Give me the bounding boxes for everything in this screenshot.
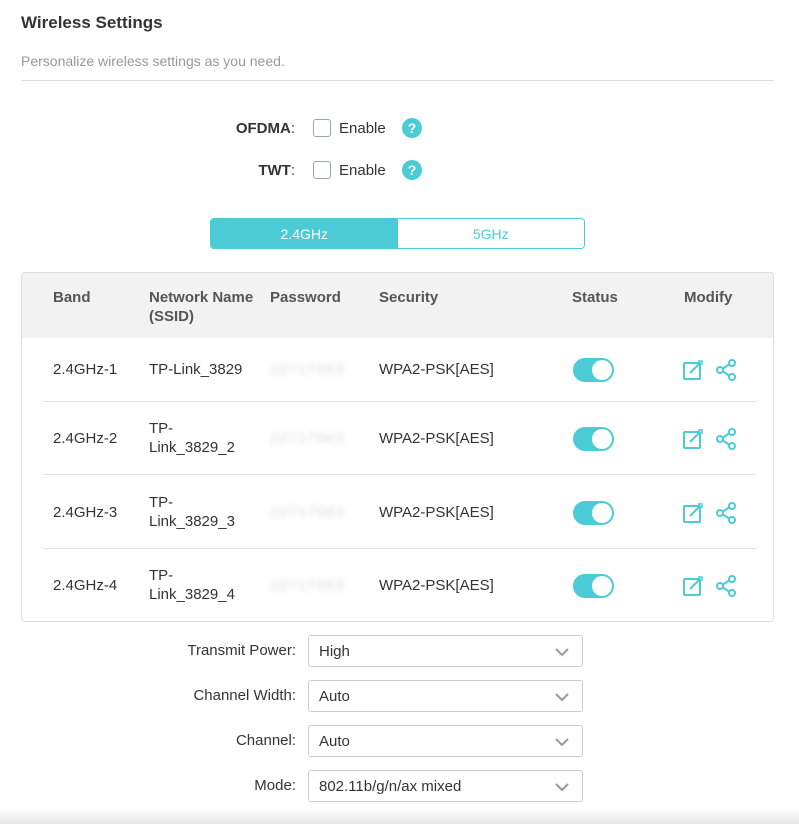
ofdma-label: OFDMA:	[235, 119, 295, 137]
security-cell: WPA2-PSK[AES]	[379, 577, 494, 594]
bottom-edge	[0, 808, 799, 824]
ssid-cell: TP-Link_3829_2	[149, 420, 235, 456]
status-toggle[interactable]	[573, 574, 614, 598]
password-cell: 22717963	[270, 577, 345, 594]
toggle-knob	[592, 360, 612, 380]
share-icon[interactable]	[715, 359, 737, 381]
ssid-cell: TP-Link_3829_3	[149, 494, 235, 530]
twt-checkbox[interactable]	[313, 161, 331, 179]
password-cell: 22717963	[270, 504, 345, 521]
ofdma-checkbox[interactable]	[313, 119, 331, 137]
ofdma-row: OFDMA: Enable ?	[0, 116, 799, 140]
edit-icon[interactable]	[682, 575, 704, 597]
ssid-cell: TP-Link_3829_4	[149, 567, 235, 603]
page-subtitle: Personalize wireless settings as you nee…	[21, 53, 285, 69]
tab-5ghz[interactable]: 5GHz	[397, 219, 584, 248]
twt-label: TWT:	[258, 161, 295, 179]
security-cell: WPA2-PSK[AES]	[379, 430, 494, 447]
transmit-power-row: Transmit Power: High	[0, 635, 799, 667]
transmit-power-value: High	[319, 643, 350, 660]
status-toggle[interactable]	[573, 501, 614, 525]
security-cell: WPA2-PSK[AES]	[379, 504, 494, 521]
column-header-ssid: Network Name (SSID)	[149, 289, 254, 325]
channel-value: Auto	[319, 733, 350, 750]
toggle-knob	[592, 576, 612, 596]
table-header: Band Network Name (SSID) Password Securi…	[22, 273, 773, 338]
column-header-password: Password	[270, 289, 341, 306]
table-row: 2.4GHz-3 TP-Link_3829_3 22717963 WPA2-PS…	[43, 475, 756, 549]
help-icon[interactable]: ?	[402, 160, 422, 180]
channel-width-label: Channel Width:	[193, 687, 296, 704]
band-cell: 2.4GHz-2	[53, 430, 118, 447]
edit-icon[interactable]	[682, 502, 704, 524]
chevron-down-icon	[555, 738, 569, 747]
password-cell: 22717963	[270, 430, 345, 447]
help-icon[interactable]: ?	[402, 118, 422, 138]
column-header-band: Band	[53, 289, 91, 306]
toggle-knob	[592, 503, 612, 523]
table-row: 2.4GHz-1 TP-Link_3829 22717963 WPA2-PSK[…	[43, 338, 756, 402]
twt-enable-label[interactable]: Enable	[339, 162, 386, 179]
status-toggle[interactable]	[573, 358, 614, 382]
transmit-power-label: Transmit Power:	[187, 642, 296, 659]
twt-row: TWT: Enable ?	[0, 158, 799, 182]
edit-icon[interactable]	[682, 428, 704, 450]
column-header-security: Security	[379, 289, 439, 306]
table-row: 2.4GHz-2 TP-Link_3829_2 22717963 WPA2-PS…	[43, 402, 756, 475]
band-cell: 2.4GHz-3	[53, 504, 118, 521]
status-toggle[interactable]	[573, 427, 614, 451]
page-title: Wireless Settings	[21, 13, 163, 32]
band-cell: 2.4GHz-1	[53, 361, 118, 378]
ssid-cell: TP-Link_3829	[149, 361, 243, 378]
edit-icon[interactable]	[682, 359, 704, 381]
channel-select[interactable]: Auto	[308, 725, 583, 757]
share-icon[interactable]	[715, 575, 737, 597]
mode-value: 802.11b/g/n/ax mixed	[319, 778, 462, 795]
column-header-status: Status	[572, 289, 618, 306]
share-icon[interactable]	[715, 502, 737, 524]
channel-width-select[interactable]: Auto	[308, 680, 583, 712]
chevron-down-icon	[555, 693, 569, 702]
channel-width-value: Auto	[319, 688, 350, 705]
share-icon[interactable]	[715, 428, 737, 450]
chevron-down-icon	[555, 783, 569, 792]
divider	[21, 80, 774, 81]
channel-label: Channel:	[235, 732, 296, 749]
toggle-knob	[592, 429, 612, 449]
mode-select[interactable]: 802.11b/g/n/ax mixed	[308, 770, 583, 802]
password-cell: 22717963	[270, 361, 345, 378]
chevron-down-icon	[555, 648, 569, 657]
transmit-power-select[interactable]: High	[308, 635, 583, 667]
channel-width-row: Channel Width: Auto	[0, 680, 799, 712]
table-row: 2.4GHz-4 TP-Link_3829_4 22717963 WPA2-PS…	[43, 549, 756, 621]
band-tabs: 2.4GHz 5GHz	[210, 218, 585, 249]
band-cell: 2.4GHz-4	[53, 577, 118, 594]
wireless-networks-table: Band Network Name (SSID) Password Securi…	[21, 272, 774, 622]
column-header-modify: Modify	[684, 289, 733, 306]
tab-2-4ghz[interactable]: 2.4GHz	[211, 219, 398, 248]
ofdma-enable-label[interactable]: Enable	[339, 120, 386, 137]
security-cell: WPA2-PSK[AES]	[379, 361, 494, 378]
mode-row: Mode: 802.11b/g/n/ax mixed	[0, 770, 799, 802]
channel-row: Channel: Auto	[0, 725, 799, 757]
mode-label: Mode:	[254, 777, 296, 794]
